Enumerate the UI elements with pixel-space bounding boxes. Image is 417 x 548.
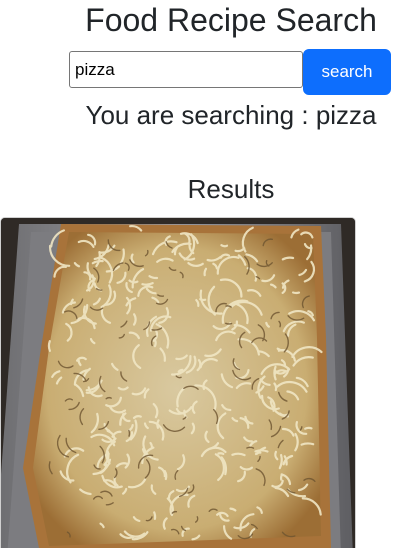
onion-strand — [47, 340, 51, 352]
onion-strand — [225, 322, 233, 325]
onion-strand — [199, 298, 207, 302]
onion-strand — [128, 429, 131, 437]
onion-strand — [156, 419, 160, 429]
onion-strand — [304, 426, 313, 430]
onion-strand — [273, 365, 277, 381]
search-input[interactable] — [69, 51, 303, 88]
onion-strand — [246, 446, 255, 449]
results-heading: Results — [187, 174, 275, 204]
onion-strand — [220, 244, 229, 248]
search-status-query: pizza — [315, 100, 377, 130]
search-status: You are searching : pizza — [0, 98, 417, 132]
search-status-prefix: You are searching : — [85, 100, 309, 130]
page: Food Recipe Search search You are search… — [0, 0, 417, 548]
page-title: Food Recipe Search — [85, 2, 377, 38]
result-card[interactable] — [0, 217, 356, 548]
pizza-image — [1, 218, 355, 548]
onion-strand — [292, 291, 301, 295]
onion-strand — [153, 511, 157, 520]
search-button[interactable]: search — [303, 49, 391, 95]
onion-strand — [300, 442, 315, 446]
onion-strand — [279, 473, 284, 481]
onion-strand — [217, 452, 225, 455]
onion-strand — [254, 449, 269, 453]
